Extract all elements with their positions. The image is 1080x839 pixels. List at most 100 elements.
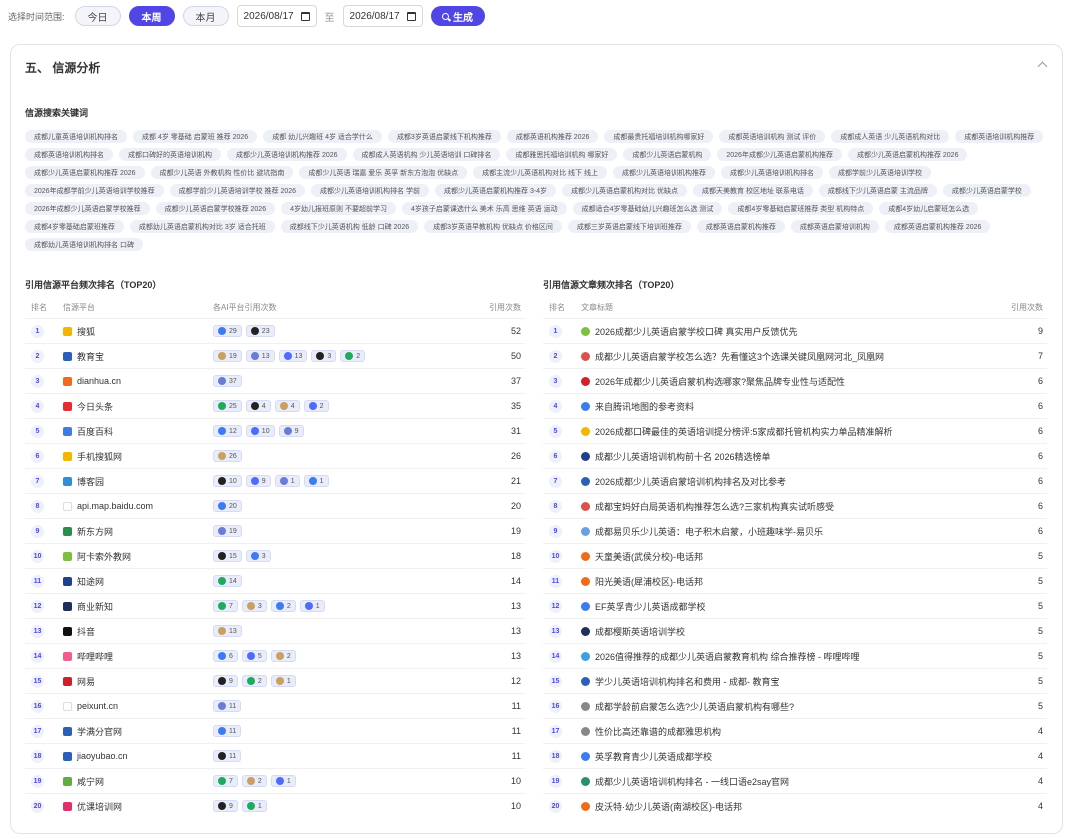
keyword-tag[interactable]: 成都线下少儿英语启蒙 主流品牌 <box>818 184 937 197</box>
keyword-tag[interactable]: 成都少儿英语启蒙学校 <box>942 184 1031 197</box>
platform-name[interactable]: 阿卡索外教网 <box>77 550 131 563</box>
keyword-tag[interactable]: 成都线下少儿英语机构 低龄 口碑 2026 <box>280 220 419 233</box>
start-date-input[interactable]: 2026/08/17 <box>236 5 317 27</box>
keyword-tag[interactable]: 4岁孩子启蒙课选什么 美术 乐高 思维 英语 运动 <box>401 202 567 215</box>
keyword-tag[interactable]: 2026年成都少儿英语启蒙学校推荐 <box>25 202 150 215</box>
article-title-link[interactable]: 皮沃特·幼少儿英语(南湖校区)-电话邦 <box>595 800 742 813</box>
site-favicon-icon <box>581 326 590 336</box>
keyword-tag[interactable]: 成都少儿英语 瑞嘉 爱乐 英孚 新东方泡泡 优缺点 <box>299 166 468 179</box>
keyword-tag[interactable]: 成都4岁零基础启蒙班推荐 <box>25 220 124 233</box>
end-date-input[interactable]: 2026/08/17 <box>342 5 423 27</box>
keyword-tag[interactable]: 成都少儿英语培训机构推荐 <box>613 166 715 179</box>
keyword-tag[interactable]: 成都少儿英语培训机构排名 学前 <box>311 184 429 197</box>
keyword-tag[interactable]: 成都 4岁 零基础 启蒙班 推荐 2026 <box>133 130 258 143</box>
keyword-tag[interactable]: 成都成人英语机构 少儿英语培训 口碑排名 <box>352 148 501 161</box>
calendar-icon[interactable] <box>300 11 310 21</box>
platform-name[interactable]: 博客园 <box>77 475 104 488</box>
keyword-tag[interactable]: 成都少儿英语培训机构推荐 2026 <box>227 148 347 161</box>
platform-name[interactable]: 咸宁网 <box>77 775 104 788</box>
keyword-tag[interactable]: 成都少儿英语启蒙机构 <box>623 148 712 161</box>
keyword-tag[interactable]: 成都幼儿英语启蒙机构对比 3岁 适合托班 <box>129 220 275 233</box>
platform-name[interactable]: 优课培训网 <box>77 800 122 813</box>
platform-name[interactable]: peixunt.cn <box>77 701 118 711</box>
filter-this-month-button[interactable]: 本月 <box>182 6 229 26</box>
keyword-tag[interactable]: 成都学前少儿英语培训学校 <box>829 166 931 179</box>
platform-name[interactable]: 今日头条 <box>77 400 113 413</box>
keyword-tag[interactable]: 成都少儿英语启蒙机构推荐 2026 <box>847 148 968 161</box>
filter-today-button[interactable]: 今日 <box>74 6 121 26</box>
site-favicon-icon <box>63 351 72 361</box>
platform-name[interactable]: 教育宝 <box>77 350 104 363</box>
keyword-tag[interactable]: 成都英语机构推荐 2026 <box>506 130 599 143</box>
keyword-tag[interactable]: 成都英语培训机构 测试 评价 <box>719 130 826 143</box>
article-title-link[interactable]: 成都易贝乐少儿英语：电子积木启蒙，小班趣味学-易贝乐 <box>595 525 823 538</box>
platform-name[interactable]: 网易 <box>77 675 95 688</box>
chevron-up-icon[interactable] <box>1037 61 1048 72</box>
article-title-link[interactable]: 英孚教育青少儿英语成都学校 <box>595 750 712 763</box>
platform-name[interactable]: 学满分官网 <box>77 725 122 738</box>
keyword-tag[interactable]: 2026年成都少儿英语启蒙机构推荐 <box>717 148 842 161</box>
platform-name[interactable]: 抖音 <box>77 625 95 638</box>
article-title-link[interactable]: 成都学龄前启蒙怎么选?少儿英语启蒙机构有哪些? <box>595 700 794 713</box>
article-title-link[interactable]: 2026年成都少儿英语启蒙机构选哪家?聚焦品牌专业性与适配性 <box>595 375 845 388</box>
generate-button[interactable]: 生成 <box>430 6 485 26</box>
keyword-tag[interactable]: 4岁幼儿报班原则 不要超前学习 <box>281 202 396 215</box>
keyword-tag[interactable]: 成都少儿英语 外教机构 性价比 避坑指南 <box>150 166 294 179</box>
keyword-tag[interactable]: 成都英语启蒙机构推荐 2026 <box>884 220 991 233</box>
platform-name[interactable]: jiaoyubao.cn <box>77 751 128 761</box>
platform-name[interactable]: 百度百科 <box>77 425 113 438</box>
keyword-tag[interactable]: 成都适合4岁零基础幼儿兴趣班怎么选 测试 <box>572 202 723 215</box>
keyword-tag[interactable]: 成都4岁零基础启蒙班推荐 类型 机构特点 <box>728 202 874 215</box>
keyword-tag[interactable]: 成都少儿英语启蒙机构推荐 3-4岁 <box>435 184 557 197</box>
keyword-tag[interactable]: 成都英语启蒙培训机构 <box>790 220 879 233</box>
article-title-link[interactable]: 来自腾讯地图的参考资料 <box>595 400 694 413</box>
article-title-link[interactable]: 成都少儿英语培训机构排名 - 一线口语e2say官网 <box>595 775 789 788</box>
article-title-link[interactable]: 成都樱斯英语培训学校 <box>595 625 685 638</box>
article-title-link[interactable]: 2026值得推荐的成都少儿英语启蒙教育机构 综合推荐榜 - 哔哩哔哩 <box>595 650 860 663</box>
platform-name[interactable]: 新东方网 <box>77 525 113 538</box>
keyword-tag[interactable]: 成都天美教育 校区地址 联系电话 <box>693 184 813 197</box>
keyword-tag[interactable]: 成都3岁英语早教机构 优缺点 价格区间 <box>424 220 562 233</box>
platform-name[interactable]: 商业新知 <box>77 600 113 613</box>
article-title-link[interactable]: 成都宝妈好白局英语机构推荐怎么选?三家机构真实试听感受 <box>595 500 834 513</box>
article-title-link[interactable]: 性价比高还靠谱的成都雅思机构 <box>595 725 721 738</box>
ai-citation-count: 26 <box>229 452 237 460</box>
keyword-tag[interactable]: 成都少儿英语启蒙机构推荐 2026 <box>25 166 145 179</box>
keyword-tag[interactable]: 成都英语启蒙机构推荐 <box>696 220 785 233</box>
article-title-link[interactable]: 阳光美语(犀浦校区)-电话邦 <box>595 575 703 588</box>
calendar-icon[interactable] <box>406 11 416 21</box>
keyword-tag[interactable]: 成都三岁英语启蒙线下培训班推荐 <box>567 220 691 233</box>
keyword-tag[interactable]: 成都英语培训机构推荐 <box>955 130 1044 143</box>
keyword-tag[interactable]: 成都英语培训机构排名 <box>25 148 113 161</box>
article-title-link[interactable]: 成都少儿英语培训机构前十名 2026精选榜单 <box>595 450 771 463</box>
keyword-tag[interactable]: 成都幼儿英语培训机构排名 口碑 <box>25 238 143 251</box>
platform-name[interactable]: 搜狐 <box>77 325 95 338</box>
keyword-tag[interactable]: 成都学前少儿英语培训学校 推荐 2026 <box>169 184 306 197</box>
keyword-tag[interactable]: 成都最贵托福培训机构哪家好 <box>604 130 714 143</box>
keyword-tag[interactable]: 成都成人英语 少儿英语机构对比 <box>831 130 950 143</box>
platform-name[interactable]: 哔哩哔哩 <box>77 650 113 663</box>
filter-this-week-button[interactable]: 本周 <box>128 6 175 26</box>
keyword-tag[interactable]: 成都少儿英语启蒙机构对比 优缺点 <box>562 184 688 197</box>
keyword-tag[interactable]: 成都3岁英语启蒙线下机构推荐 <box>387 130 501 143</box>
keyword-tag[interactable]: 成都主流少儿英语机构对比 线下 线上 <box>473 166 607 179</box>
keyword-tag[interactable]: 成都雅思托福培训机构 哪家好 <box>506 148 618 161</box>
keyword-tag[interactable]: 成都4岁幼儿启蒙班怎么选 <box>879 202 979 215</box>
article-title-link[interactable]: 2026成都口碑最佳的英语培训提分榜评:5家成都托管机构实力单品精准解析 <box>595 425 893 438</box>
platform-name[interactable]: 知途网 <box>77 575 104 588</box>
platform-name[interactable]: api.map.baidu.com <box>77 501 153 511</box>
keyword-tag[interactable]: 成都口碑好的英语培训机构 <box>119 148 221 161</box>
keyword-tag[interactable]: 成都 幼儿兴趣班 4岁 适合学什么 <box>263 130 382 143</box>
keyword-tag[interactable]: 成都少儿英语培训机构排名 <box>721 166 823 179</box>
keyword-tag[interactable]: 成都儿童英语培训机构排名 <box>25 130 127 143</box>
platform-name[interactable]: 手机搜狐网 <box>77 450 122 463</box>
keyword-tag[interactable]: 成都少儿英语启蒙学校推荐 2026 <box>155 202 276 215</box>
article-title-link[interactable]: EF英孚青少儿英语成都学校 <box>595 600 706 613</box>
keyword-tag[interactable]: 2026年成都学前少儿英语培训学校推荐 <box>25 184 164 197</box>
article-title-link[interactable]: 2026成都少儿英语启蒙培训机构排名及对比参考 <box>595 475 786 488</box>
article-title-link[interactable]: 天童美语(武侯分校)-电话邦 <box>595 550 703 563</box>
article-title-link[interactable]: 成都少儿英语启蒙学校怎么选？先看懂这3个选课关键凤凰网河北_凤凰网 <box>595 350 884 363</box>
platform-name[interactable]: dianhua.cn <box>77 376 121 386</box>
article-title-link[interactable]: 学少儿英语培训机构排名和费用 - 成都- 教育宝 <box>595 675 780 688</box>
article-title-link[interactable]: 2026成都少儿英语启蒙学校口碑 真实用户反馈优先 <box>595 325 798 338</box>
